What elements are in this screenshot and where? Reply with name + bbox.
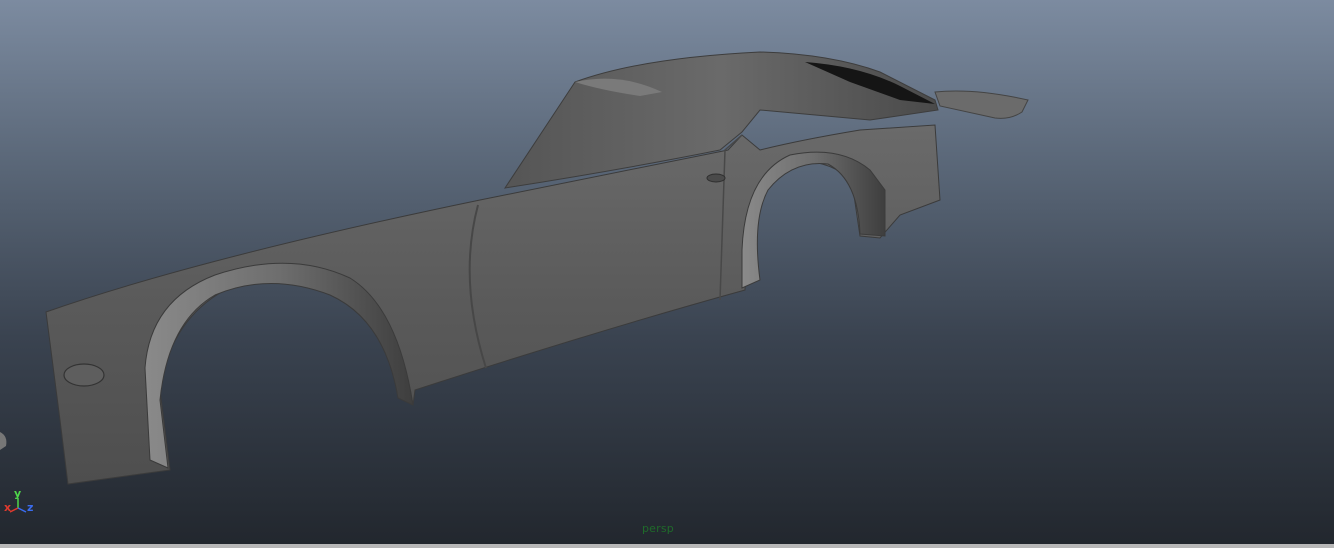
axis-y-label: y — [14, 487, 22, 500]
side-marker-light — [63, 363, 105, 387]
view-axis-gizmo: x y z — [0, 486, 44, 520]
viewport-bottom-border — [0, 544, 1334, 548]
axis-x-label: x — [4, 501, 12, 514]
rear-spoiler — [934, 90, 1029, 119]
offscreen-object — [0, 432, 7, 450]
3d-viewport[interactable]: persp x y z — [0, 0, 1334, 544]
axis-z-label: z — [27, 501, 34, 514]
fuel-cap — [706, 173, 726, 183]
camera-name-label: persp — [642, 522, 674, 535]
car-body-model[interactable] — [0, 0, 1334, 544]
